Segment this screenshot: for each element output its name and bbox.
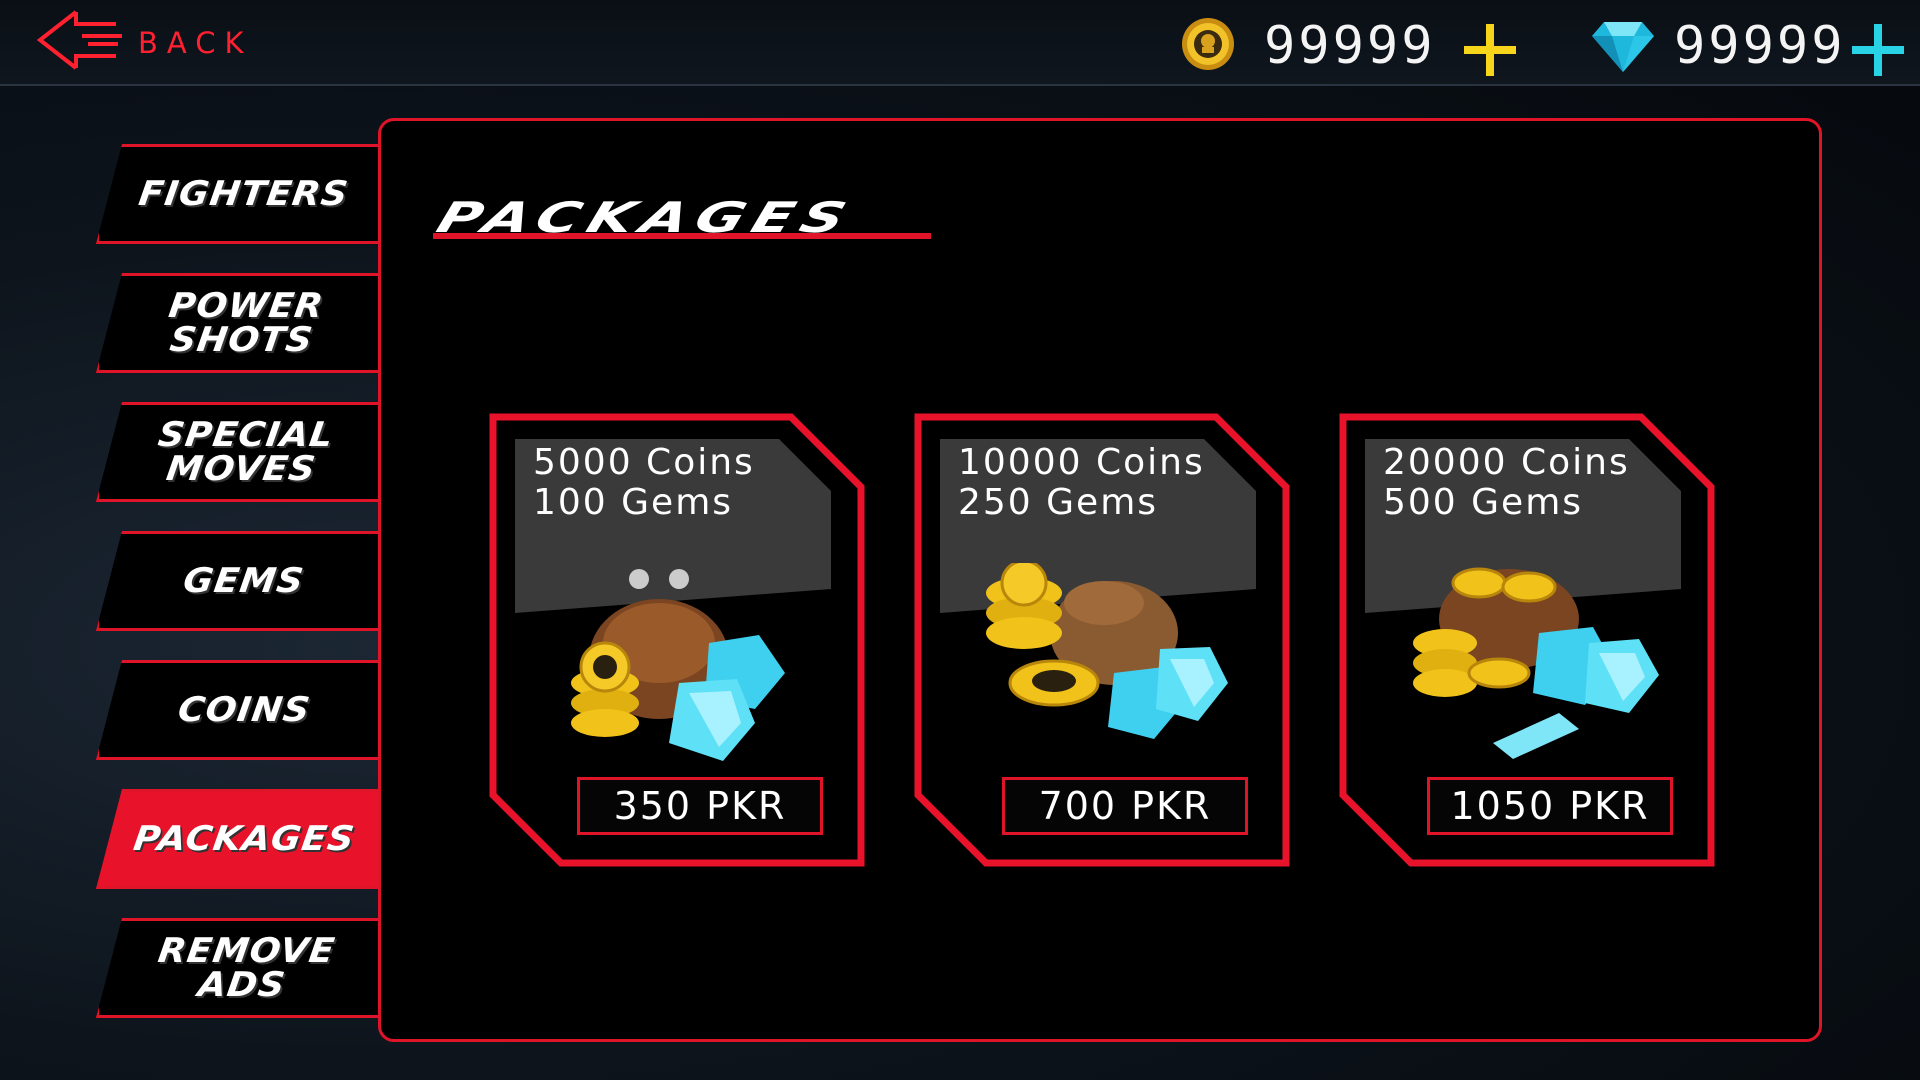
coin-purse-gems-icon bbox=[571, 569, 785, 761]
package-card[interactable]: 10000 Coins 250 Gems 700 PKR bbox=[914, 413, 1290, 867]
package-contents: 5000 Coins 100 Gems bbox=[533, 443, 755, 523]
package-card[interactable]: 20000 Coins 500 Gems 1050 PKR bbox=[1339, 413, 1715, 867]
package-gems: 500 Gems bbox=[1383, 482, 1584, 523]
tab-gems[interactable]: GEMS bbox=[96, 531, 383, 631]
tab-label: POWER SHOTS bbox=[166, 286, 327, 360]
tab-label: GEMS bbox=[181, 561, 307, 601]
coin-icon bbox=[1182, 18, 1234, 70]
tab-packages[interactable]: PACKAGES bbox=[96, 789, 383, 889]
tab-fighters[interactable]: FIGHTERS bbox=[96, 144, 383, 244]
package-contents: 10000 Coins 250 Gems bbox=[958, 443, 1205, 523]
tab-special-moves[interactable]: SPECIAL MOVES bbox=[96, 402, 383, 502]
back-label: BACK bbox=[138, 26, 253, 60]
gem-balance: 99999 bbox=[1590, 10, 1920, 76]
back-arrow-icon bbox=[36, 10, 122, 70]
buy-button[interactable]: 350 PKR bbox=[577, 777, 823, 835]
tab-label: PACKAGES bbox=[130, 819, 358, 859]
tab-label: SPECIAL MOVES bbox=[156, 415, 337, 489]
treasure-bag-gems-icon bbox=[1413, 567, 1659, 759]
package-coins: 10000 Coins bbox=[958, 442, 1205, 483]
tab-label: REMOVE ADS bbox=[155, 931, 338, 1005]
tab-power-shots[interactable]: POWER SHOTS bbox=[96, 273, 383, 373]
title-underline bbox=[433, 233, 931, 239]
add-coins-button[interactable] bbox=[1462, 22, 1518, 78]
back-button[interactable]: BACK bbox=[36, 8, 276, 72]
packages-panel: PACKAGES 5000 Coins 100 Gems 350 PKR 100… bbox=[378, 118, 1822, 1042]
gem-amount: 99999 bbox=[1674, 16, 1846, 76]
tab-remove-ads[interactable]: REMOVE ADS bbox=[96, 918, 383, 1018]
buy-button[interactable]: 1050 PKR bbox=[1427, 777, 1673, 835]
package-gems: 100 Gems bbox=[533, 482, 734, 523]
package-gems: 250 Gems bbox=[958, 482, 1159, 523]
package-coins: 5000 Coins bbox=[533, 442, 755, 483]
gem-icon bbox=[1592, 22, 1654, 72]
package-card[interactable]: 5000 Coins 100 Gems 350 PKR bbox=[489, 413, 865, 867]
tab-label: FIGHTERS bbox=[136, 174, 352, 214]
top-bar: BACK 99999 99999 bbox=[0, 0, 1920, 86]
coin-balance: 99999 bbox=[1180, 10, 1520, 76]
coin-sack-gems-icon bbox=[986, 563, 1228, 739]
package-contents: 20000 Coins 500 Gems bbox=[1383, 443, 1630, 523]
add-gems-button[interactable] bbox=[1850, 22, 1906, 78]
tab-coins[interactable]: COINS bbox=[96, 660, 383, 760]
buy-button[interactable]: 700 PKR bbox=[1002, 777, 1248, 835]
tab-label: COINS bbox=[175, 690, 313, 730]
coin-amount: 99999 bbox=[1264, 16, 1436, 76]
package-coins: 20000 Coins bbox=[1383, 442, 1630, 483]
